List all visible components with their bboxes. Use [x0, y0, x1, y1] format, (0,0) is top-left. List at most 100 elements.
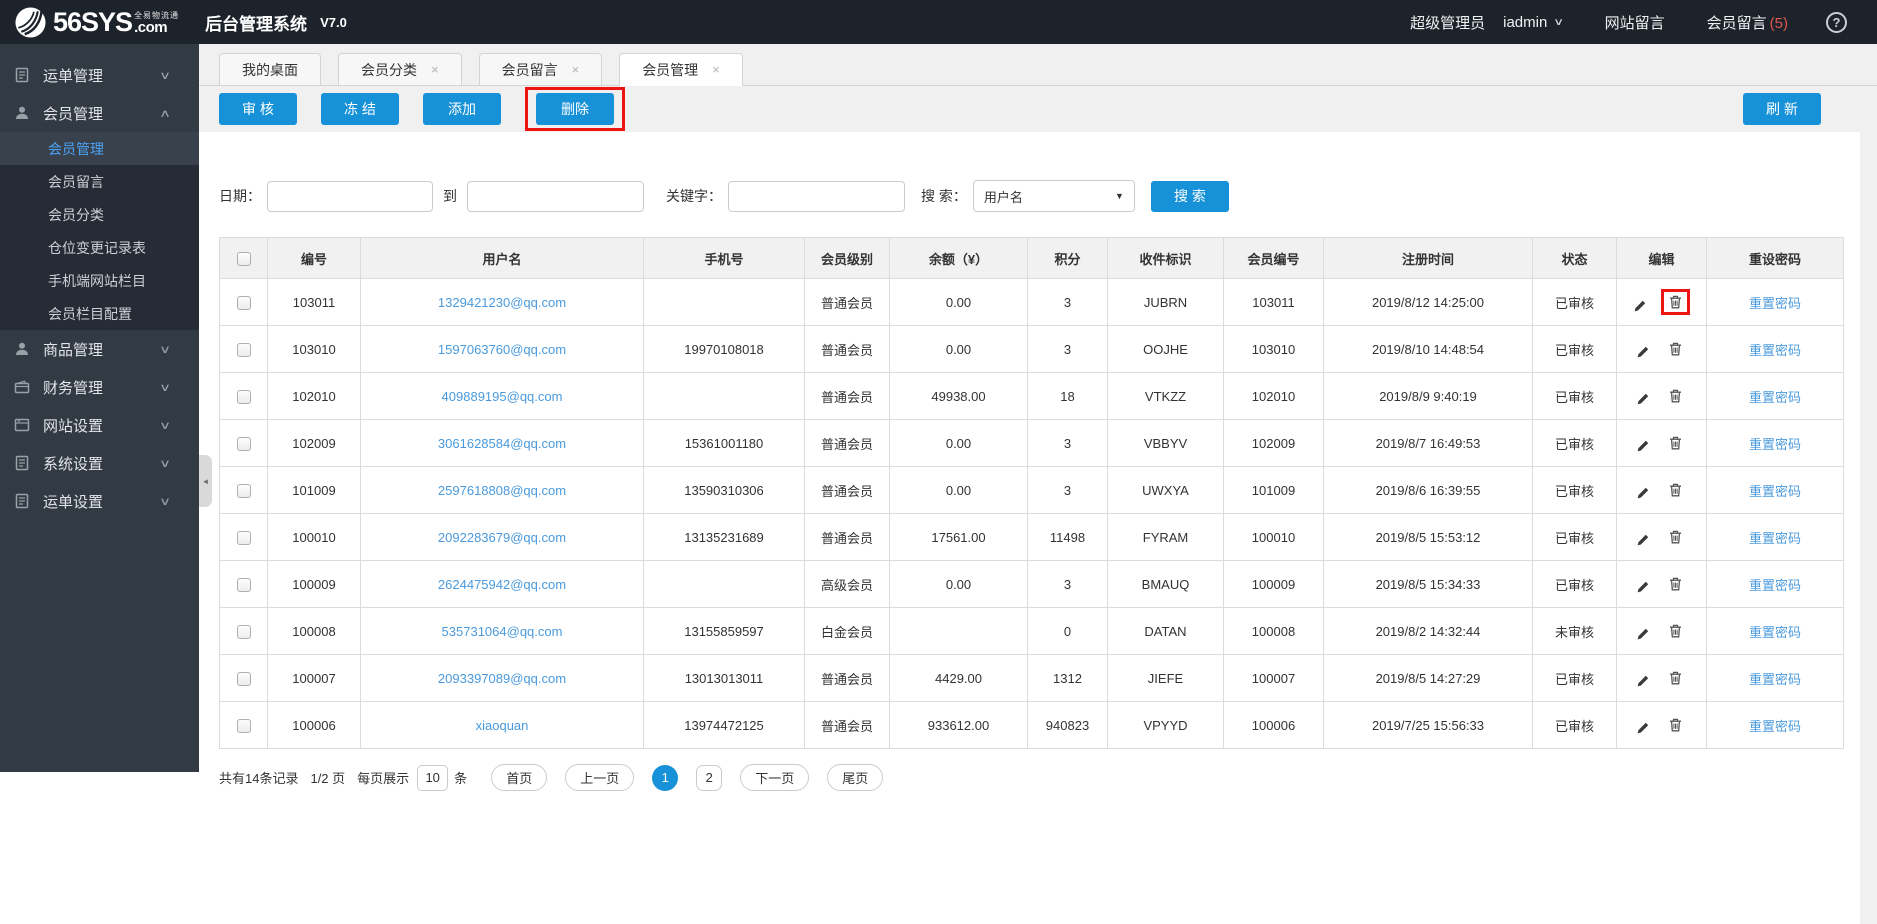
delete-trash-icon[interactable]: [1669, 436, 1682, 450]
last-page-button[interactable]: 尾页: [827, 764, 883, 791]
search-field-select[interactable]: 用户名 ▼: [973, 180, 1135, 212]
next-page-button[interactable]: 下一页: [740, 764, 809, 791]
delete-trash-icon[interactable]: [1669, 718, 1682, 732]
reset-password-link[interactable]: 重置密码: [1749, 390, 1801, 405]
refresh-button[interactable]: 刷 新: [1743, 93, 1821, 125]
cell-recipient-code: VBBYV: [1108, 420, 1224, 467]
row-checkbox[interactable]: [237, 484, 251, 498]
delete-trash-icon[interactable]: [1669, 624, 1682, 638]
row-checkbox[interactable]: [237, 296, 251, 310]
per-page-input[interactable]: 10: [417, 765, 448, 791]
sidebar-item-member-column-config[interactable]: 会员栏目配置: [0, 297, 199, 330]
row-checkbox[interactable]: [237, 531, 251, 545]
username-link[interactable]: 3061628584@qq.com: [438, 436, 566, 451]
username-link[interactable]: 2092283679@qq.com: [438, 530, 566, 545]
sidebar-collapse-handle[interactable]: ◄: [199, 455, 212, 507]
sidebar-item-mobile-site-columns[interactable]: 手机端网站栏目: [0, 264, 199, 297]
tab-member-messages[interactable]: 会员留言 ×: [479, 53, 603, 86]
sidebar-item-member-management[interactable]: 会员管理: [0, 132, 199, 165]
delete-trash-icon[interactable]: [1669, 295, 1682, 309]
date-from-input[interactable]: [267, 181, 433, 212]
delete-trash-icon[interactable]: [1669, 530, 1682, 544]
sidebar-item-waybill-settings[interactable]: 运单设置 ∨: [0, 482, 199, 520]
edit-pencil-icon[interactable]: [1636, 721, 1650, 735]
tab-member-categories[interactable]: 会员分类 ×: [338, 53, 462, 86]
page-2-button[interactable]: 2: [696, 765, 722, 791]
sidebar-item-finance-management[interactable]: 财务管理 ∨: [0, 368, 199, 406]
username-link[interactable]: 2597618808@qq.com: [438, 483, 566, 498]
audit-button[interactable]: 审 核: [219, 93, 297, 125]
member-messages-link[interactable]: 会员留言(5): [1707, 12, 1788, 33]
page-1-button[interactable]: 1: [652, 765, 678, 791]
freeze-button[interactable]: 冻 结: [321, 93, 399, 125]
select-all-checkbox[interactable]: [237, 252, 251, 266]
add-button[interactable]: 添加: [423, 93, 501, 125]
cell-recipient-code: UWXYA: [1108, 467, 1224, 514]
reset-password-link[interactable]: 重置密码: [1749, 578, 1801, 593]
username-link[interactable]: 2093397089@qq.com: [438, 671, 566, 686]
row-checkbox[interactable]: [237, 390, 251, 404]
reset-password-link[interactable]: 重置密码: [1749, 484, 1801, 499]
cell-level: 普通会员: [805, 373, 890, 420]
delete-trash-icon[interactable]: [1669, 483, 1682, 497]
delete-trash-icon[interactable]: [1669, 671, 1682, 685]
date-to-input[interactable]: [467, 181, 644, 212]
site-messages-link[interactable]: 网站留言: [1605, 12, 1665, 33]
chevron-down-icon: ∨: [159, 457, 171, 470]
delete-trash-icon[interactable]: [1669, 577, 1682, 591]
first-page-button[interactable]: 首页: [491, 764, 547, 791]
close-icon[interactable]: ×: [712, 62, 720, 77]
row-checkbox[interactable]: [237, 625, 251, 639]
username-link[interactable]: 409889195@qq.com: [442, 389, 563, 404]
sidebar-item-member-management-group[interactable]: 会员管理 ∧: [0, 94, 199, 132]
edit-pencil-icon[interactable]: [1636, 439, 1650, 453]
delete-trash-icon[interactable]: [1669, 389, 1682, 403]
sidebar-item-website-settings[interactable]: 网站设置 ∨: [0, 406, 199, 444]
help-icon[interactable]: ?: [1826, 12, 1847, 33]
app-version: V7.0: [320, 15, 347, 30]
username-link[interactable]: xiaoquan: [476, 718, 529, 733]
username-link[interactable]: 2624475942@qq.com: [438, 577, 566, 592]
reset-password-link[interactable]: 重置密码: [1749, 719, 1801, 734]
prev-page-button[interactable]: 上一页: [565, 764, 634, 791]
reset-password-link[interactable]: 重置密码: [1749, 625, 1801, 640]
edit-pencil-icon[interactable]: [1636, 486, 1650, 500]
sidebar-item-system-settings[interactable]: 系统设置 ∨: [0, 444, 199, 482]
close-icon[interactable]: ×: [431, 62, 439, 77]
edit-pencil-icon[interactable]: [1636, 674, 1650, 688]
sidebar-item-member-categories[interactable]: 会员分类: [0, 198, 199, 231]
tab-my-desktop[interactable]: 我的桌面: [219, 53, 321, 86]
username-link[interactable]: 1329421230@qq.com: [438, 295, 566, 310]
keyword-input[interactable]: [728, 181, 905, 212]
user-menu[interactable]: iadmin ∨: [1503, 14, 1563, 31]
edit-pencil-icon[interactable]: [1636, 392, 1650, 406]
edit-pencil-icon[interactable]: [1636, 580, 1650, 594]
reset-password-link[interactable]: 重置密码: [1749, 343, 1801, 358]
row-checkbox[interactable]: [237, 437, 251, 451]
sidebar-item-member-messages[interactable]: 会员留言: [0, 165, 199, 198]
search-button[interactable]: 搜 索: [1151, 181, 1229, 212]
edit-pencil-icon[interactable]: [1633, 299, 1647, 313]
edit-pencil-icon[interactable]: [1636, 345, 1650, 359]
close-icon[interactable]: ×: [572, 62, 580, 77]
reset-password-link[interactable]: 重置密码: [1749, 296, 1801, 311]
sidebar-item-product-management[interactable]: 商品管理 ∨: [0, 330, 199, 368]
row-checkbox[interactable]: [237, 343, 251, 357]
row-checkbox[interactable]: [237, 578, 251, 592]
reset-password-link[interactable]: 重置密码: [1749, 531, 1801, 546]
row-checkbox[interactable]: [237, 719, 251, 733]
reset-password-link[interactable]: 重置密码: [1749, 437, 1801, 452]
row-checkbox[interactable]: [237, 672, 251, 686]
edit-pencil-icon[interactable]: [1636, 627, 1650, 641]
edit-pencil-icon[interactable]: [1636, 533, 1650, 547]
delete-button[interactable]: 删除: [536, 93, 614, 125]
sidebar-item-warehouse-change-log[interactable]: 仓位变更记录表: [0, 231, 199, 264]
delete-trash-icon[interactable]: [1669, 342, 1682, 356]
table-row: 100009 2624475942@qq.com 高级会员 0.00 3 BMA…: [220, 561, 1844, 608]
reset-password-link[interactable]: 重置密码: [1749, 672, 1801, 687]
username-link[interactable]: 535731064@qq.com: [442, 624, 563, 639]
sidebar-item-waybill-management[interactable]: 运单管理 ∨: [0, 56, 199, 94]
username-link[interactable]: 1597063760@qq.com: [438, 342, 566, 357]
tab-member-management[interactable]: 会员管理 ×: [619, 53, 743, 86]
cell-member-no: 103010: [1224, 326, 1324, 373]
